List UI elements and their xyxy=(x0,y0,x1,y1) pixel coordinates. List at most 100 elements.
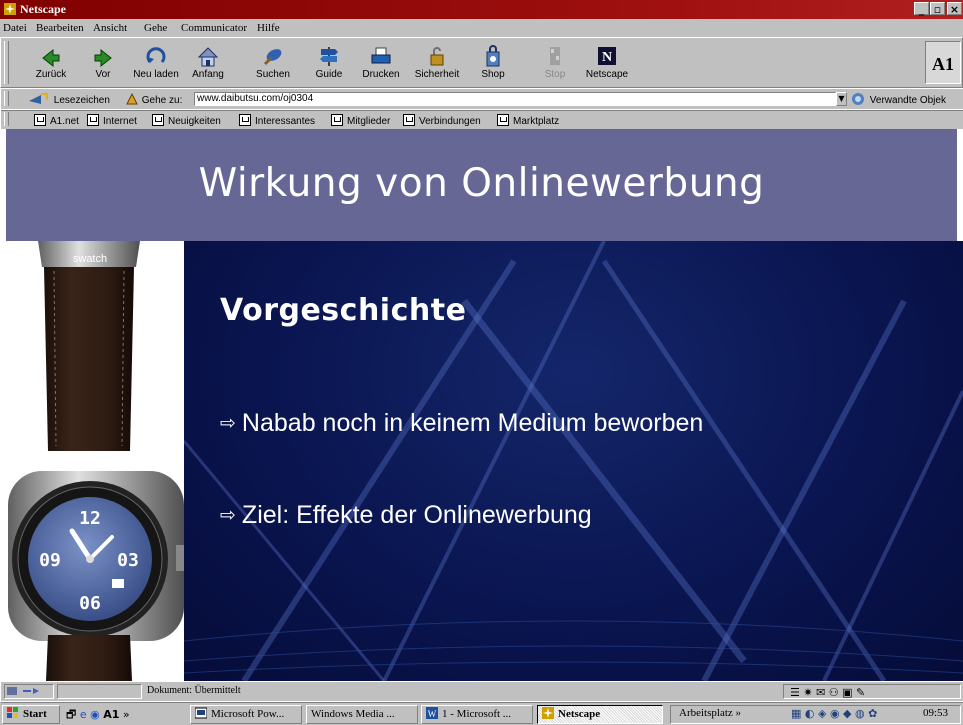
menu-hilfe[interactable]: Hilfe xyxy=(257,22,280,34)
netscape-button[interactable]: N Netscape xyxy=(581,44,633,86)
personal-grip[interactable] xyxy=(4,112,9,126)
security-button[interactable]: Sicherheit xyxy=(411,44,463,86)
swatch-watch-illustration: swatch 12 03 06 09 xyxy=(8,241,184,681)
menu-communicator[interactable]: Communicator xyxy=(181,22,247,34)
toolbar-grip[interactable] xyxy=(4,41,9,84)
stop-icon xyxy=(550,47,560,65)
start-label: Start xyxy=(23,708,47,720)
bullet-text: Ziel: Effekte der Onlinewerbung xyxy=(241,501,592,529)
bookmark-verbindungen[interactable]: Verbindungen xyxy=(403,114,481,127)
shopping-bag-icon xyxy=(486,45,500,67)
windows-taskbar: Start 🗗 e ◉ A1 » Microsoft Pow... Window… xyxy=(0,701,963,725)
clock[interactable]: 09:53 xyxy=(923,707,948,719)
dial-number-03: 03 xyxy=(117,550,139,571)
desktop-icon[interactable]: 🗗 xyxy=(66,708,76,721)
bookmark-a1net[interactable]: A1.net xyxy=(34,114,79,127)
forward-button[interactable]: Vor xyxy=(77,44,129,86)
task-label: Windows Media ... xyxy=(311,708,395,720)
menu-ansicht[interactable]: Ansicht xyxy=(93,22,127,34)
print-button[interactable]: Drucken xyxy=(355,44,407,86)
bookmark-label: Neuigkeiten xyxy=(168,116,221,127)
bookmarks-button[interactable]: Lesezeichen xyxy=(27,92,110,106)
home-button[interactable]: Anfang xyxy=(182,44,234,86)
a1-logo-text: A1 xyxy=(932,54,954,74)
bookmark-label: Internet xyxy=(103,116,137,127)
bookmark-neuigkeiten[interactable]: Neuigkeiten xyxy=(152,114,221,127)
reload-button[interactable]: Neu laden xyxy=(130,44,182,86)
bookmark-label: Verbindungen xyxy=(419,116,481,127)
search-label: Suchen xyxy=(256,69,290,80)
maximize-button[interactable]: ▫ xyxy=(930,2,945,16)
windows-logo-icon xyxy=(7,707,18,718)
bullet-text: Nabab noch in keinem Medium beworben xyxy=(241,409,704,437)
task-button[interactable]: W 1 - Microsoft ... xyxy=(421,705,533,724)
bookmark-folder-icon xyxy=(497,114,509,126)
guide-label: Guide xyxy=(315,69,343,80)
quick-launch-more[interactable]: » xyxy=(123,708,130,721)
tray-more: » xyxy=(735,707,742,719)
back-button[interactable]: Zurück xyxy=(25,44,77,86)
bookmarks-icon xyxy=(29,93,48,104)
slide-body: Vorgeschichte ⇨ Nabab noch in keinem Medi… xyxy=(184,241,963,681)
personal-toolbar: A1.net Internet Neuigkeiten Interessante… xyxy=(0,109,963,131)
component-bar: ☰ ✷ ✉ ⚇ ▣ ✎ xyxy=(783,684,961,699)
task-button-active[interactable]: Netscape xyxy=(537,705,663,724)
search-button[interactable]: Suchen xyxy=(247,44,299,86)
bookmark-label: Marktplatz xyxy=(513,116,560,127)
menu-bar: Datei Bearbeiten Ansicht Gehe Communicat… xyxy=(0,19,963,37)
watch-brand-text: swatch xyxy=(73,253,107,265)
bookmark-interessantes[interactable]: Interessantes xyxy=(239,114,315,127)
bullet-item: ⇨ Nabab noch in keinem Medium beworben xyxy=(220,409,703,438)
task-label: 1 - Microsoft ... xyxy=(442,708,512,720)
quick-launch: 🗗 e ◉ A1 » xyxy=(66,706,130,723)
menu-bearbeiten[interactable]: Bearbeiten xyxy=(36,22,84,34)
related-label: Verwandte Objek xyxy=(869,95,946,106)
status-bar: Dokument: Übermittelt ☰ ✷ ✉ ⚇ ▣ ✎ xyxy=(0,681,963,703)
security-indicator[interactable] xyxy=(4,684,54,699)
bookmark-marktplatz[interactable]: Marktplatz xyxy=(497,114,559,127)
ie-icon[interactable]: e xyxy=(80,708,87,721)
bookmarks-label: Lesezeichen xyxy=(53,95,110,106)
tray-toolbar-label[interactable]: Arbeitsplatz » xyxy=(679,707,741,719)
watch-image: swatch 12 03 06 09 xyxy=(0,241,184,681)
reload-label: Neu laden xyxy=(133,69,179,80)
url-input[interactable]: www.daibutsu.com/oj0304 xyxy=(194,92,836,106)
bookmark-folder-icon xyxy=(331,114,343,126)
dial-number-06: 06 xyxy=(79,593,101,614)
url-dropdown-button[interactable]: ▼ xyxy=(836,92,847,106)
bookmark-label: Interessantes xyxy=(255,116,316,127)
bookmark-internet[interactable]: Internet xyxy=(87,114,137,127)
home-icon xyxy=(197,47,219,67)
netscape-task-icon xyxy=(542,707,554,719)
printer-icon xyxy=(371,47,391,64)
a1-quicklaunch-icon[interactable]: A1 xyxy=(103,708,119,721)
close-button[interactable]: × xyxy=(947,2,962,16)
start-button[interactable]: Start xyxy=(2,705,60,724)
slide-title-band: Wirkung von Onlinewerbung xyxy=(6,129,957,241)
task-button[interactable]: Windows Media ... xyxy=(306,705,418,724)
navigation-toolbar: Zurück Vor Neu laden Anfang Suchen Guide… xyxy=(0,37,963,88)
tray-icons[interactable]: ▦ ◐ ◈ ◉ ◆ ◍ ✿ xyxy=(791,707,877,720)
forward-arrow-icon xyxy=(94,48,112,68)
svg-text:W: W xyxy=(428,709,437,719)
back-arrow-icon xyxy=(42,48,60,68)
task-button[interactable]: Microsoft Pow... xyxy=(190,705,302,724)
guide-button[interactable]: Guide xyxy=(303,44,355,86)
a1-logo[interactable]: A1 xyxy=(925,41,961,84)
stop-button[interactable]: Stop xyxy=(529,44,581,86)
dial-number-09: 09 xyxy=(39,550,61,571)
shop-button[interactable]: Shop xyxy=(467,44,519,86)
component-icons[interactable]: ☰ ✷ ✉ ⚇ ▣ ✎ xyxy=(790,686,865,699)
location-grip[interactable] xyxy=(4,91,9,106)
print-label: Drucken xyxy=(362,69,400,80)
related-button[interactable]: Verwandte Objek xyxy=(851,92,946,106)
word-icon: W xyxy=(426,707,438,719)
minimize-button[interactable]: _ xyxy=(914,2,929,16)
bookmark-folder-icon xyxy=(403,114,415,126)
menu-datei[interactable]: Datei xyxy=(3,22,27,34)
outlook-icon[interactable]: ◉ xyxy=(90,708,100,721)
bookmark-mitglieder[interactable]: Mitglieder xyxy=(331,114,390,127)
bookmark-folder-icon xyxy=(239,114,251,126)
slide-title: Wirkung von Onlinewerbung xyxy=(198,161,765,206)
menu-gehe[interactable]: Gehe xyxy=(144,22,167,34)
